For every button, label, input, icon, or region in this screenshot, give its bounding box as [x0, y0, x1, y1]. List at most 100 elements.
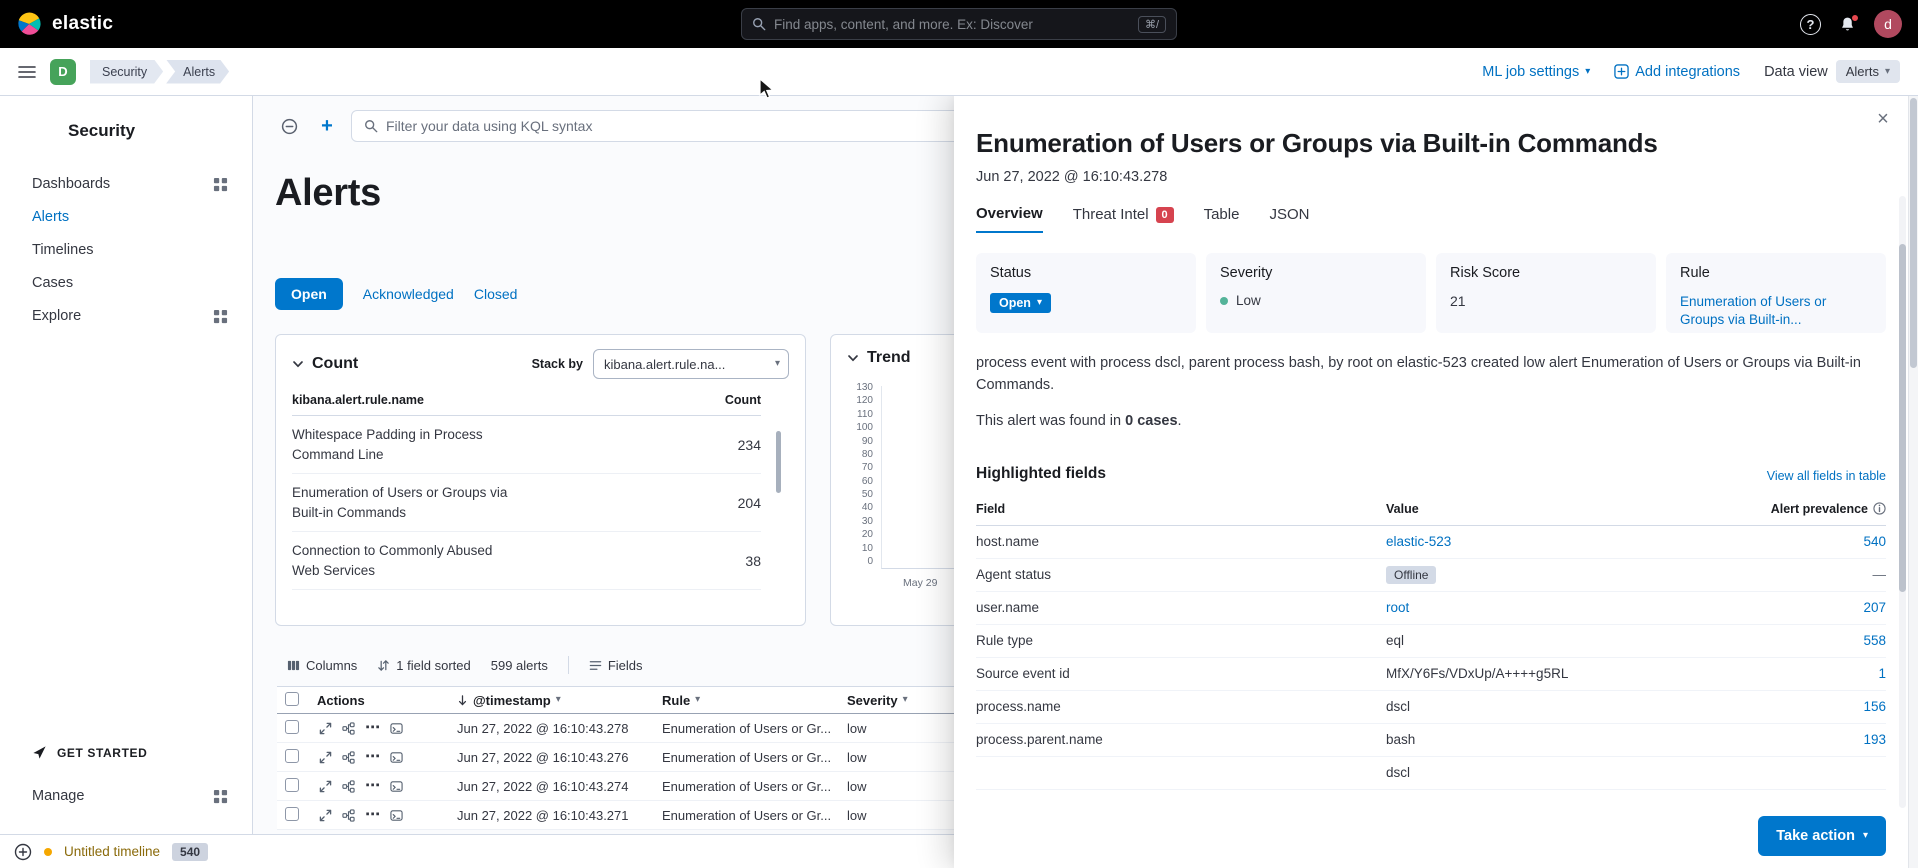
global-search[interactable]: ⌘/: [741, 8, 1177, 40]
rule-link[interactable]: Enumeration of Users or Groups via Built…: [1680, 293, 1872, 329]
count-row: Connection to Commonly Abused Web Servic…: [292, 532, 761, 590]
stack-by-select[interactable]: kibana.alert.rule.na... ▾: [593, 349, 789, 379]
space-badge[interactable]: D: [50, 59, 76, 85]
chevron-down-icon: ▾: [1885, 67, 1890, 77]
expand-alert-icon[interactable]: [319, 722, 332, 735]
filter-open-button[interactable]: Open: [275, 278, 343, 310]
info-icon[interactable]: [1873, 502, 1886, 515]
session-view-icon[interactable]: [390, 722, 403, 735]
sidebar-item-explore[interactable]: Explore: [32, 306, 228, 326]
row-checkbox[interactable]: [285, 807, 299, 821]
column-header-timestamp[interactable]: @timestamp ▾: [457, 693, 662, 708]
field-row: Agent status Offline —: [976, 559, 1886, 592]
row-checkbox[interactable]: [285, 720, 299, 734]
sort-fields-button[interactable]: 1 field sorted: [377, 658, 470, 673]
ml-job-settings-button[interactable]: ML job settings ▾: [1482, 64, 1590, 80]
collapse-chevron-icon[interactable]: [847, 352, 859, 364]
alert-rule: Enumeration of Users or Gr...: [662, 721, 847, 736]
prevalence-link[interactable]: 540: [1863, 534, 1886, 549]
prevalence-link[interactable]: 156: [1863, 699, 1886, 714]
highlighted-fields-header: Field Value Alert prevalence: [976, 493, 1886, 526]
analyzer-icon[interactable]: [342, 751, 355, 764]
add-timeline-icon[interactable]: [14, 843, 32, 861]
table-row: ⋯ Jun 27, 2022 @ 16:10:43.276 Enumeratio…: [277, 743, 1037, 772]
expand-alert-icon[interactable]: [319, 751, 332, 764]
count-panel: Count Stack by kibana.alert.rule.na... ▾…: [275, 334, 806, 626]
chevron-down-icon: ▾: [556, 695, 561, 705]
add-integrations-icon: [1614, 64, 1629, 79]
security-logo-icon: [32, 118, 56, 144]
flyout-scrollbar[interactable]: [1899, 244, 1906, 592]
alert-rule: Enumeration of Users or Gr...: [662, 779, 847, 794]
field-row: host.name elastic-523 540: [976, 526, 1886, 559]
breadcrumb: Security Alerts: [90, 60, 229, 84]
alert-rule: Enumeration of Users or Gr...: [662, 750, 847, 765]
collapse-chevron-icon[interactable]: [292, 358, 304, 370]
analyzer-icon[interactable]: [342, 780, 355, 793]
column-header-rule[interactable]: Rule ▾: [662, 693, 847, 708]
table-row: ⋯ Jun 27, 2022 @ 16:10:43.278 Enumeratio…: [277, 714, 1037, 743]
search-icon: [752, 17, 766, 31]
flyout-tabs: Overview Threat Intel 0 Table JSON: [976, 205, 1886, 233]
notifications-bell-icon[interactable]: [1839, 16, 1856, 33]
prevalence-link[interactable]: 1: [1878, 666, 1886, 681]
take-action-button[interactable]: Take action ▾: [1758, 816, 1886, 856]
prevalence-link[interactable]: 193: [1863, 732, 1886, 747]
tab-table[interactable]: Table: [1204, 205, 1240, 233]
elastic-logo-icon: [16, 11, 42, 37]
breadcrumb-security[interactable]: Security: [90, 60, 163, 84]
add-integrations-button[interactable]: Add integrations: [1614, 64, 1740, 80]
prevalence-link[interactable]: 558: [1863, 633, 1886, 648]
analyzer-icon[interactable]: [342, 809, 355, 822]
prevalence-link[interactable]: 207: [1863, 600, 1886, 615]
user-name-link[interactable]: root: [1386, 600, 1736, 615]
session-view-icon[interactable]: [390, 780, 403, 793]
saved-query-icon[interactable]: [275, 112, 303, 140]
page-scrollbar[interactable]: [1908, 48, 1918, 868]
menu-icon[interactable]: [18, 65, 36, 79]
chevron-down-icon: ▾: [903, 695, 908, 705]
sidebar-item-alerts[interactable]: Alerts: [32, 207, 228, 227]
view-all-fields-link[interactable]: View all fields in table: [1767, 469, 1886, 483]
global-search-input[interactable]: [774, 17, 1130, 32]
analyzer-icon[interactable]: [342, 722, 355, 735]
get-started-button[interactable]: GET STARTED: [32, 745, 228, 760]
data-view-label: Data view: [1764, 64, 1828, 80]
fields-button[interactable]: Fields: [589, 658, 643, 673]
expand-alert-icon[interactable]: [319, 780, 332, 793]
filter-acknowledged-button[interactable]: Acknowledged: [363, 286, 454, 302]
session-view-icon[interactable]: [390, 809, 403, 822]
status-badge[interactable]: Open ▾: [990, 293, 1051, 313]
add-filter-button[interactable]: +: [313, 112, 341, 140]
row-checkbox[interactable]: [285, 778, 299, 792]
columns-button[interactable]: Columns: [287, 658, 357, 673]
trend-y-axis: 130120 110100 9080 7060 5040 3020 100: [847, 383, 873, 567]
tab-threat-intel[interactable]: Threat Intel 0: [1073, 205, 1174, 233]
session-view-icon[interactable]: [390, 751, 403, 764]
filter-closed-button[interactable]: Closed: [474, 286, 518, 302]
data-view-picker[interactable]: Alerts ▾: [1836, 60, 1900, 83]
host-name-link[interactable]: elastic-523: [1386, 534, 1736, 549]
help-icon[interactable]: ?: [1800, 14, 1821, 35]
alert-timestamp: Jun 27, 2022 @ 16:10:43.274: [457, 779, 662, 794]
field-row: user.name root 207: [976, 592, 1886, 625]
timeline-title[interactable]: Untitled timeline: [64, 844, 160, 859]
alert-timestamp: Jun 27, 2022 @ 16:10:43.276: [457, 750, 662, 765]
row-checkbox[interactable]: [285, 749, 299, 763]
count-table-scrollbar[interactable]: [776, 431, 781, 493]
breadcrumb-alerts[interactable]: Alerts: [166, 60, 229, 84]
user-avatar[interactable]: d: [1874, 10, 1902, 38]
page-scrollbar-thumb[interactable]: [1910, 98, 1917, 368]
sidebar-item-cases[interactable]: Cases: [32, 273, 228, 293]
sidebar-item-manage[interactable]: Manage: [32, 788, 228, 804]
tab-overview[interactable]: Overview: [976, 205, 1043, 233]
threat-intel-count-badge: 0: [1156, 207, 1174, 223]
grid-icon: [213, 789, 228, 804]
expand-alert-icon[interactable]: [319, 809, 332, 822]
sidebar-item-dashboards[interactable]: Dashboards: [32, 174, 228, 194]
tab-json[interactable]: JSON: [1269, 205, 1309, 233]
close-icon[interactable]: ×: [1868, 104, 1898, 134]
select-all-checkbox[interactable]: [285, 692, 299, 706]
elastic-logo[interactable]: elastic: [16, 11, 113, 37]
sidebar-item-timelines[interactable]: Timelines: [32, 240, 228, 260]
